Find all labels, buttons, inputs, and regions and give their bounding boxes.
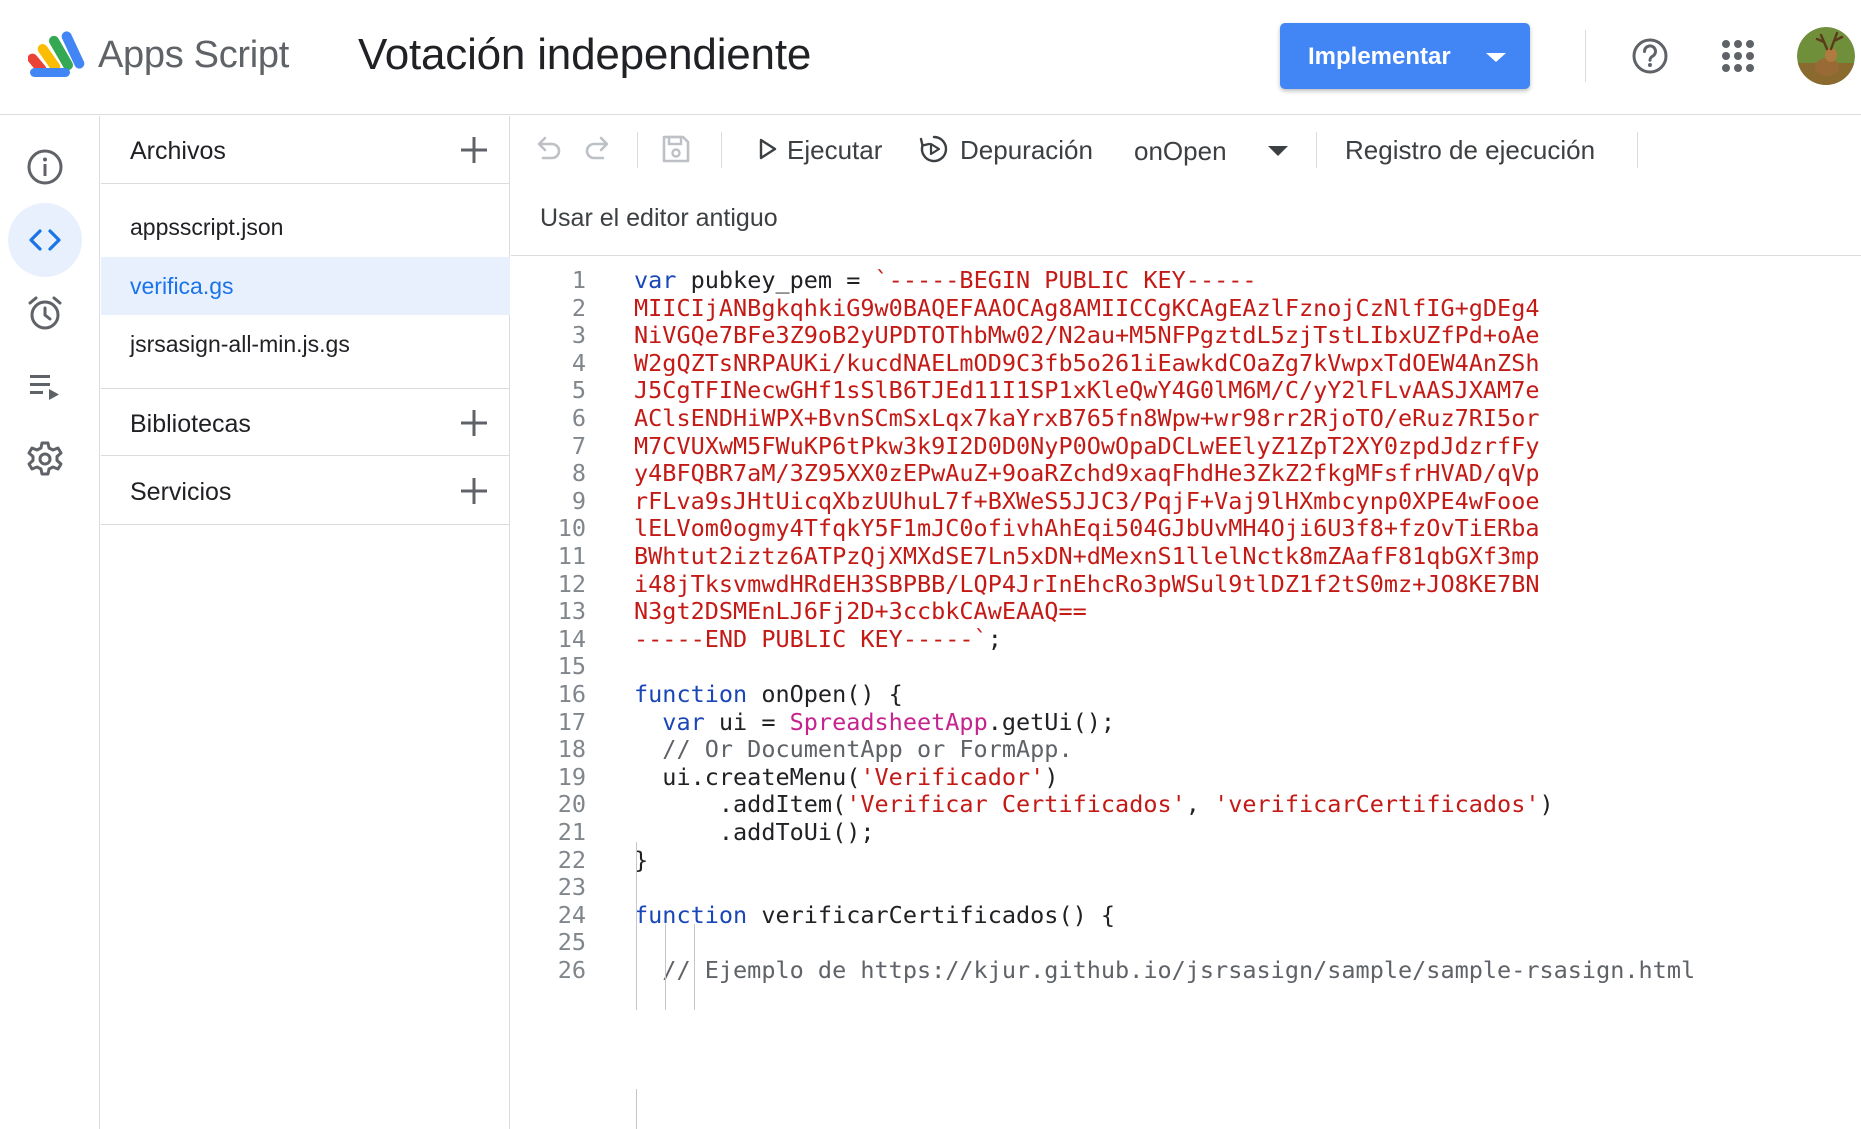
redo-icon[interactable] bbox=[581, 132, 615, 166]
code-text: -----END PUBLIC KEY-----`; bbox=[634, 625, 1002, 653]
indent-guide bbox=[665, 924, 666, 1010]
deploy-button-label: Implementar bbox=[1308, 43, 1451, 70]
editor-toolbar: Ejecutar Depuración onOpen Registro de e… bbox=[511, 116, 1861, 256]
apps-script-logo-icon[interactable] bbox=[28, 30, 90, 78]
code-editor[interactable]: 1 var pubkey_pem = `-----BEGIN PUBLIC KEY… bbox=[511, 257, 1861, 1129]
google-apps-icon[interactable] bbox=[1720, 38, 1756, 74]
debug-icon[interactable] bbox=[918, 133, 950, 165]
rail-item-editor[interactable] bbox=[8, 203, 82, 277]
alarm-clock-icon bbox=[28, 296, 62, 330]
files-section-header: Archivos bbox=[101, 116, 510, 184]
code-text: .addToUi(); bbox=[634, 818, 875, 846]
execution-log-button[interactable]: Registro de ejecución bbox=[1345, 135, 1595, 166]
files-panel: Archivos appsscript.json verifica.gs jsr… bbox=[101, 116, 510, 1129]
avatar[interactable] bbox=[1797, 27, 1855, 85]
indent-guide bbox=[636, 842, 637, 1010]
rail-item-executions[interactable] bbox=[8, 349, 82, 423]
function-select[interactable]: onOpen bbox=[1134, 136, 1227, 167]
toolbar-divider bbox=[721, 132, 722, 168]
file-item-verifica-gs[interactable]: verifica.gs bbox=[101, 257, 510, 315]
legacy-editor-link[interactable]: Usar el editor antiguo bbox=[540, 204, 778, 233]
add-file-plus-icon[interactable] bbox=[458, 134, 490, 166]
line-number: 26 bbox=[557, 956, 586, 984]
navigation-rail bbox=[0, 116, 100, 1129]
app-name[interactable]: Apps Script bbox=[98, 34, 289, 77]
chevron-down-icon bbox=[1486, 53, 1506, 62]
rail-item-overview[interactable] bbox=[8, 130, 82, 204]
save-icon[interactable] bbox=[659, 132, 693, 166]
top-app-bar: Apps Script Votación independiente Imple… bbox=[0, 0, 1861, 115]
services-section-header: Servicios bbox=[101, 457, 510, 525]
files-section-title: Archivos bbox=[130, 137, 226, 165]
header-divider bbox=[1585, 30, 1586, 82]
libraries-section-title: Bibliotecas bbox=[130, 410, 251, 438]
rail-item-triggers[interactable] bbox=[8, 276, 82, 350]
code-text: // Ejemplo de https://kjur.github.io/jsr… bbox=[634, 956, 1696, 984]
toolbar-divider bbox=[637, 132, 638, 168]
info-icon bbox=[27, 149, 63, 185]
run-button[interactable]: Ejecutar bbox=[787, 135, 882, 166]
code-text: function verificarCertificados() { bbox=[634, 901, 1116, 929]
debug-button[interactable]: Depuración bbox=[960, 135, 1093, 166]
services-section-title: Servicios bbox=[130, 478, 232, 506]
project-title[interactable]: Votación independiente bbox=[358, 30, 811, 80]
libraries-section-header: Bibliotecas bbox=[101, 388, 510, 456]
toolbar-divider bbox=[1637, 132, 1638, 168]
play-icon[interactable] bbox=[753, 135, 781, 163]
chevron-down-icon[interactable] bbox=[1268, 146, 1288, 156]
help-icon[interactable] bbox=[1630, 36, 1670, 76]
toolbar-divider bbox=[1316, 132, 1317, 168]
add-service-plus-icon[interactable] bbox=[458, 475, 490, 507]
file-item-jsrsasign[interactable]: jsrsasign-all-min.js.gs bbox=[101, 315, 510, 373]
gear-icon bbox=[27, 441, 63, 476]
code-icon bbox=[29, 229, 61, 251]
indent-guide bbox=[636, 1089, 637, 1129]
indent-guide bbox=[694, 924, 695, 1010]
rail-item-settings[interactable] bbox=[8, 422, 82, 496]
file-item-appsscript-json[interactable]: appsscript.json bbox=[101, 198, 510, 256]
deploy-button[interactable]: Implementar bbox=[1280, 23, 1530, 89]
add-library-plus-icon[interactable] bbox=[458, 407, 490, 439]
executions-list-icon bbox=[30, 375, 59, 400]
undo-icon[interactable] bbox=[531, 132, 565, 166]
